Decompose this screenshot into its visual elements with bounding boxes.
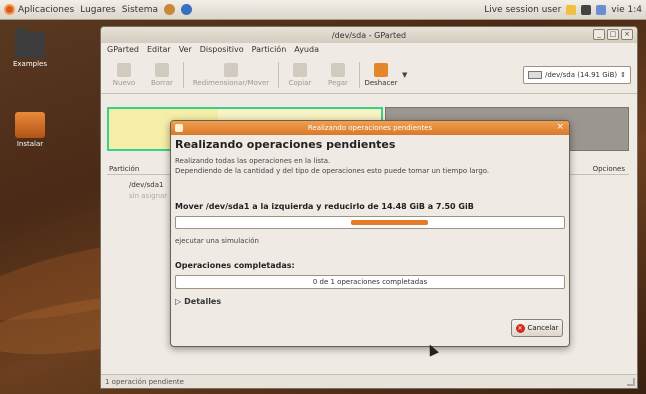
operation-progress-bar bbox=[175, 216, 565, 229]
delete-button[interactable]: Borrar bbox=[145, 62, 179, 87]
delete-button-label: Borrar bbox=[151, 78, 173, 87]
dialog-heading: Realizando operaciones pendientes bbox=[175, 138, 396, 151]
system-menu-label: Sistema bbox=[121, 4, 159, 15]
network-icon[interactable] bbox=[581, 5, 592, 15]
paste-button[interactable]: Pegar bbox=[321, 62, 355, 87]
completed-heading: Operaciones completadas: bbox=[175, 261, 295, 270]
window-title: /dev/sda - GParted bbox=[331, 30, 407, 40]
menu-gparted[interactable]: GParted bbox=[107, 45, 139, 54]
desktop-icon-examples[interactable]: Examples bbox=[2, 28, 58, 68]
notification-icon[interactable] bbox=[566, 5, 577, 15]
toolbar-separator bbox=[278, 61, 279, 88]
disk-icon bbox=[528, 70, 542, 79]
delete-icon bbox=[155, 62, 169, 77]
dialog-description: Realizando todas las operaciones en la l… bbox=[175, 157, 490, 175]
completed-progress-text: 0 de 1 operaciones completadas bbox=[312, 278, 428, 286]
dialog-app-icon bbox=[175, 124, 183, 132]
minimize-button[interactable]: _ bbox=[593, 29, 605, 40]
menu-edit[interactable]: Editar bbox=[147, 45, 171, 54]
folder-icon bbox=[15, 28, 45, 58]
dialog-titlebar[interactable]: Realizando operaciones pendientes × bbox=[171, 121, 569, 135]
menu-help[interactable]: Ayuda bbox=[294, 45, 319, 54]
clock[interactable]: vie 1:4 bbox=[611, 5, 642, 15]
volume-icon[interactable] bbox=[596, 5, 607, 15]
window-controls: _ □ × bbox=[593, 29, 633, 40]
menubar: GParted Editar Ver Dispositivo Partición… bbox=[101, 43, 637, 56]
device-selector-value: /dev/sda (14.91 GiB) bbox=[545, 70, 618, 79]
table-row[interactable]: /dev/sda1 bbox=[129, 181, 163, 189]
resize-move-button[interactable]: Redimensionar/Mover bbox=[188, 62, 274, 87]
dialog-title: Realizando operaciones pendientes bbox=[307, 124, 433, 132]
toolbar-separator bbox=[359, 61, 360, 88]
copy-button[interactable]: Copiar bbox=[283, 62, 317, 87]
chevron-down-icon[interactable]: ▼ bbox=[402, 71, 407, 79]
paste-button-label: Pegar bbox=[328, 78, 348, 87]
help-icon[interactable] bbox=[181, 4, 193, 15]
places-menu[interactable]: Lugares bbox=[80, 5, 116, 15]
table-row[interactable]: sin asignar bbox=[129, 192, 167, 200]
current-operation: Mover /dev/sda1 a la izquierda y reducir… bbox=[175, 202, 474, 211]
column-flags[interactable]: Opciones bbox=[593, 165, 625, 173]
operation-progress-fill bbox=[350, 220, 429, 225]
system-menu[interactable]: Sistema bbox=[122, 5, 158, 15]
menu-device[interactable]: Dispositivo bbox=[200, 45, 244, 54]
panel-right-area: Live session user vie 1:4 bbox=[484, 0, 642, 20]
applications-menu[interactable]: Aplicaciones bbox=[4, 4, 74, 15]
device-selector[interactable]: /dev/sda (14.91 GiB) ⇕ bbox=[523, 65, 631, 84]
window-titlebar[interactable]: /dev/sda - GParted _ □ × bbox=[101, 27, 637, 43]
resize-grip[interactable] bbox=[627, 378, 635, 386]
copy-icon bbox=[293, 62, 307, 77]
desktop-icon-install[interactable]: Instalar bbox=[2, 112, 58, 148]
places-menu-label: Lugares bbox=[80, 4, 116, 15]
cancel-button-label: Cancelar bbox=[527, 324, 559, 332]
spinner-icon: ⇕ bbox=[620, 70, 626, 79]
column-partition[interactable]: Partición bbox=[109, 165, 139, 173]
cancel-icon: ✕ bbox=[515, 323, 525, 333]
undo-button-label: Deshacer bbox=[364, 78, 398, 87]
dialog-close-icon[interactable]: × bbox=[556, 122, 564, 132]
desktop-icon-label: Instalar bbox=[16, 140, 44, 148]
new-partition-icon bbox=[117, 62, 131, 77]
details-expander[interactable]: ▷ Detalles bbox=[175, 297, 221, 306]
new-button-label: Nuevo bbox=[112, 78, 136, 87]
ubuntu-logo-icon bbox=[4, 4, 15, 15]
applications-menu-label: Aplicaciones bbox=[18, 4, 75, 15]
close-button[interactable]: × bbox=[621, 29, 633, 40]
install-icon bbox=[15, 112, 45, 138]
toolbar-separator bbox=[183, 61, 184, 88]
paste-icon bbox=[331, 62, 345, 77]
new-button[interactable]: Nuevo bbox=[107, 62, 141, 87]
maximize-button[interactable]: □ bbox=[607, 29, 619, 40]
resize-move-button-label: Redimensionar/Mover bbox=[192, 78, 270, 87]
expander-triangle-icon: ▷ bbox=[175, 297, 182, 306]
status-text: 1 operación pendiente bbox=[105, 377, 184, 386]
resize-icon bbox=[224, 62, 238, 77]
undo-button[interactable]: Deshacer bbox=[364, 62, 398, 87]
undo-icon bbox=[374, 62, 388, 77]
firefox-icon[interactable] bbox=[164, 4, 176, 15]
pending-operations-dialog: Realizando operaciones pendientes × Real… bbox=[170, 120, 570, 347]
completed-progress-bar: 0 de 1 operaciones completadas bbox=[175, 275, 565, 289]
details-label: Detalles bbox=[184, 297, 222, 306]
top-panel: Aplicaciones Lugares Sistema Live sessio… bbox=[0, 0, 646, 20]
copy-button-label: Copiar bbox=[288, 78, 312, 87]
session-user-label[interactable]: Live session user bbox=[484, 5, 561, 15]
desktop-icon-label: Examples bbox=[12, 60, 47, 68]
menu-view[interactable]: Ver bbox=[179, 45, 192, 54]
current-substep: ejecutar una simulación bbox=[175, 237, 259, 245]
menu-partition[interactable]: Partición bbox=[252, 45, 287, 54]
status-bar: 1 operación pendiente bbox=[101, 374, 637, 388]
cancel-button[interactable]: ✕ Cancelar bbox=[511, 319, 563, 337]
toolbar: Nuevo Borrar Redimensionar/Mover Copiar … bbox=[101, 56, 637, 94]
